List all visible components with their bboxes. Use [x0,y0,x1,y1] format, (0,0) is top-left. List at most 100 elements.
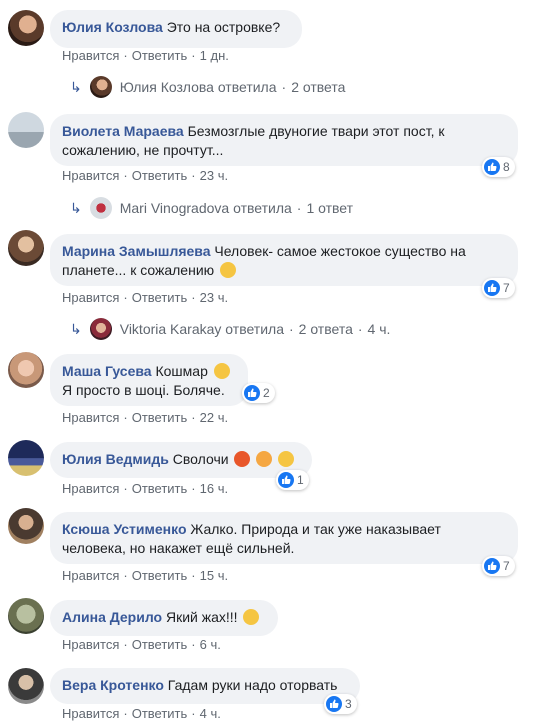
like-count-badge[interactable]: 2 [242,383,275,403]
reply-link[interactable]: Ответить [132,481,188,496]
comment-text-line2: Я просто в шоці. Боляче. [62,382,225,398]
like-icon [484,558,500,574]
comment-text: Это на островке? [166,19,281,35]
reply-thread[interactable]: ↳ Юлия Козлова ответила · 2 ответа [70,76,345,98]
reply-arrow-icon: ↳ [70,199,82,216]
comment-bubble: Алина Дерило Який жах!!! [50,600,278,636]
comment-text: Кошмар [155,363,208,379]
comment-author[interactable]: Юлия Козлова [62,19,163,35]
reply-link[interactable]: Ответить [132,637,188,652]
like-count-badge[interactable]: 8 [482,157,515,177]
crying-emoji-icon [213,363,230,379]
reply-count[interactable]: 2 ответа [299,321,353,337]
avatar[interactable] [8,508,44,544]
reply-author[interactable]: Viktoria Karakay ответила [120,321,284,337]
like-icon [278,472,294,488]
grimace-emoji-icon [278,451,295,467]
like-link[interactable]: Нравится [62,706,119,721]
avatar[interactable] [8,598,44,634]
reply-arrow-icon: ↳ [70,78,82,95]
like-link[interactable]: Нравится [62,568,119,583]
angry-emoji-icon [234,451,251,467]
comment-text: Сволочи [172,451,229,467]
like-link[interactable]: Нравится [62,290,119,305]
reply-thread[interactable]: ↳ Mari Vinogradova ответила · 1 ответ [70,197,353,219]
like-count: 7 [503,281,510,295]
comment-text: Гадам руки надо оторвать [167,677,338,693]
comment-time[interactable]: 16 ч. [200,481,228,496]
like-icon [326,696,342,712]
avatar[interactable] [8,112,44,148]
comment-time[interactable]: 22 ч. [200,410,228,425]
avatar[interactable] [8,10,44,46]
avatar[interactable] [8,440,44,476]
comment-author[interactable]: Вера Кротенко [62,677,164,693]
comment-text: Який жах!!! [165,609,238,625]
like-count-badge[interactable]: 7 [482,556,515,576]
comment-bubble: Юлия Козлова Это на островке? [50,10,302,48]
like-count: 8 [503,160,510,174]
comment-author[interactable]: Маша Гусева [62,363,152,379]
reply-link[interactable]: Ответить [132,410,188,425]
comment-bubble: Виолета Мараева Безмозглые двуногие твар… [50,114,518,166]
reply-author[interactable]: Юлия Козлова ответила [120,79,277,95]
comment-author[interactable]: Ксюша Устименко [62,521,187,537]
like-link[interactable]: Нравится [62,637,119,652]
comment-time[interactable]: 15 ч. [200,568,228,583]
comment-time[interactable]: 23 ч. [200,168,228,183]
reply-thread[interactable]: ↳ Viktoria Karakay ответила · 2 ответа · 4 ч… [70,318,390,340]
grimace-emoji-icon [220,262,237,278]
reply-count[interactable]: 2 ответа [291,79,345,95]
like-link[interactable]: Нравится [62,48,119,63]
reply-link[interactable]: Ответить [132,168,188,183]
weary-emoji-icon [243,609,260,625]
comment-bubble: Марина Замышляева Человек- самое жестоко… [50,234,518,286]
comment-actions: Нравится · Ответить · 4 ч. [62,706,221,721]
comment-bubble: Ксюша Устименко Жалко. Природа и так уже… [50,512,518,564]
comment-actions: Нравится · Ответить · 23 ч. [62,168,229,183]
comment-time[interactable]: 4 ч. [200,706,221,721]
reply-link[interactable]: Ответить [132,290,188,305]
like-link[interactable]: Нравится [62,481,119,496]
like-count-badge[interactable]: 1 [276,470,309,490]
like-count: 2 [263,386,270,400]
comment-actions: Нравится · Ответить · 6 ч. [62,637,221,652]
comment-author[interactable]: Юлия Ведмидь [62,451,169,467]
comment-time[interactable]: 6 ч. [200,637,221,652]
comment-author[interactable]: Марина Замышляева [62,243,211,259]
comment-actions: Нравится · Ответить · 15 ч. [62,568,229,583]
like-link[interactable]: Нравится [62,410,119,425]
like-icon [484,280,500,296]
reply-author[interactable]: Mari Vinogradova ответила [120,200,292,216]
like-link[interactable]: Нравится [62,168,119,183]
like-count-badge[interactable]: 3 [324,694,357,714]
avatar[interactable] [8,230,44,266]
comment-author[interactable]: Виолета Мараева [62,123,184,139]
comment-actions: Нравится · Ответить · 1 дн. [62,48,229,63]
angry-emoji-icon [256,451,273,467]
comment-bubble: Вера Кротенко Гадам руки надо оторвать [50,668,360,704]
avatar [89,76,112,98]
like-count-badge[interactable]: 7 [482,278,515,298]
like-count: 7 [503,559,510,573]
comment-time[interactable]: 23 ч. [200,290,228,305]
reply-link[interactable]: Ответить [132,706,188,721]
reply-link[interactable]: Ответить [132,568,188,583]
avatar[interactable] [8,668,44,704]
like-count: 3 [345,697,352,711]
reply-count[interactable]: 1 ответ [306,200,353,216]
comment-actions: Нравится · Ответить · 22 ч. [62,410,229,425]
comment-time[interactable]: 1 дн. [200,48,229,63]
reply-link[interactable]: Ответить [132,48,188,63]
reply-time[interactable]: 4 ч. [368,321,391,337]
comment-actions: Нравится · Ответить · 16 ч. [62,481,229,496]
comment-author[interactable]: Алина Дерило [62,609,162,625]
comment-bubble: Маша Гусева Кошмар Я просто в шоці. Боля… [50,354,248,406]
reply-arrow-icon: ↳ [70,320,82,337]
like-count: 1 [297,473,304,487]
avatar [89,318,112,340]
like-icon [484,159,500,175]
comment-bubble: Юлия Ведмидь Сволочи [50,442,312,478]
avatar[interactable] [8,352,44,388]
comment-actions: Нравится · Ответить · 23 ч. [62,290,229,305]
